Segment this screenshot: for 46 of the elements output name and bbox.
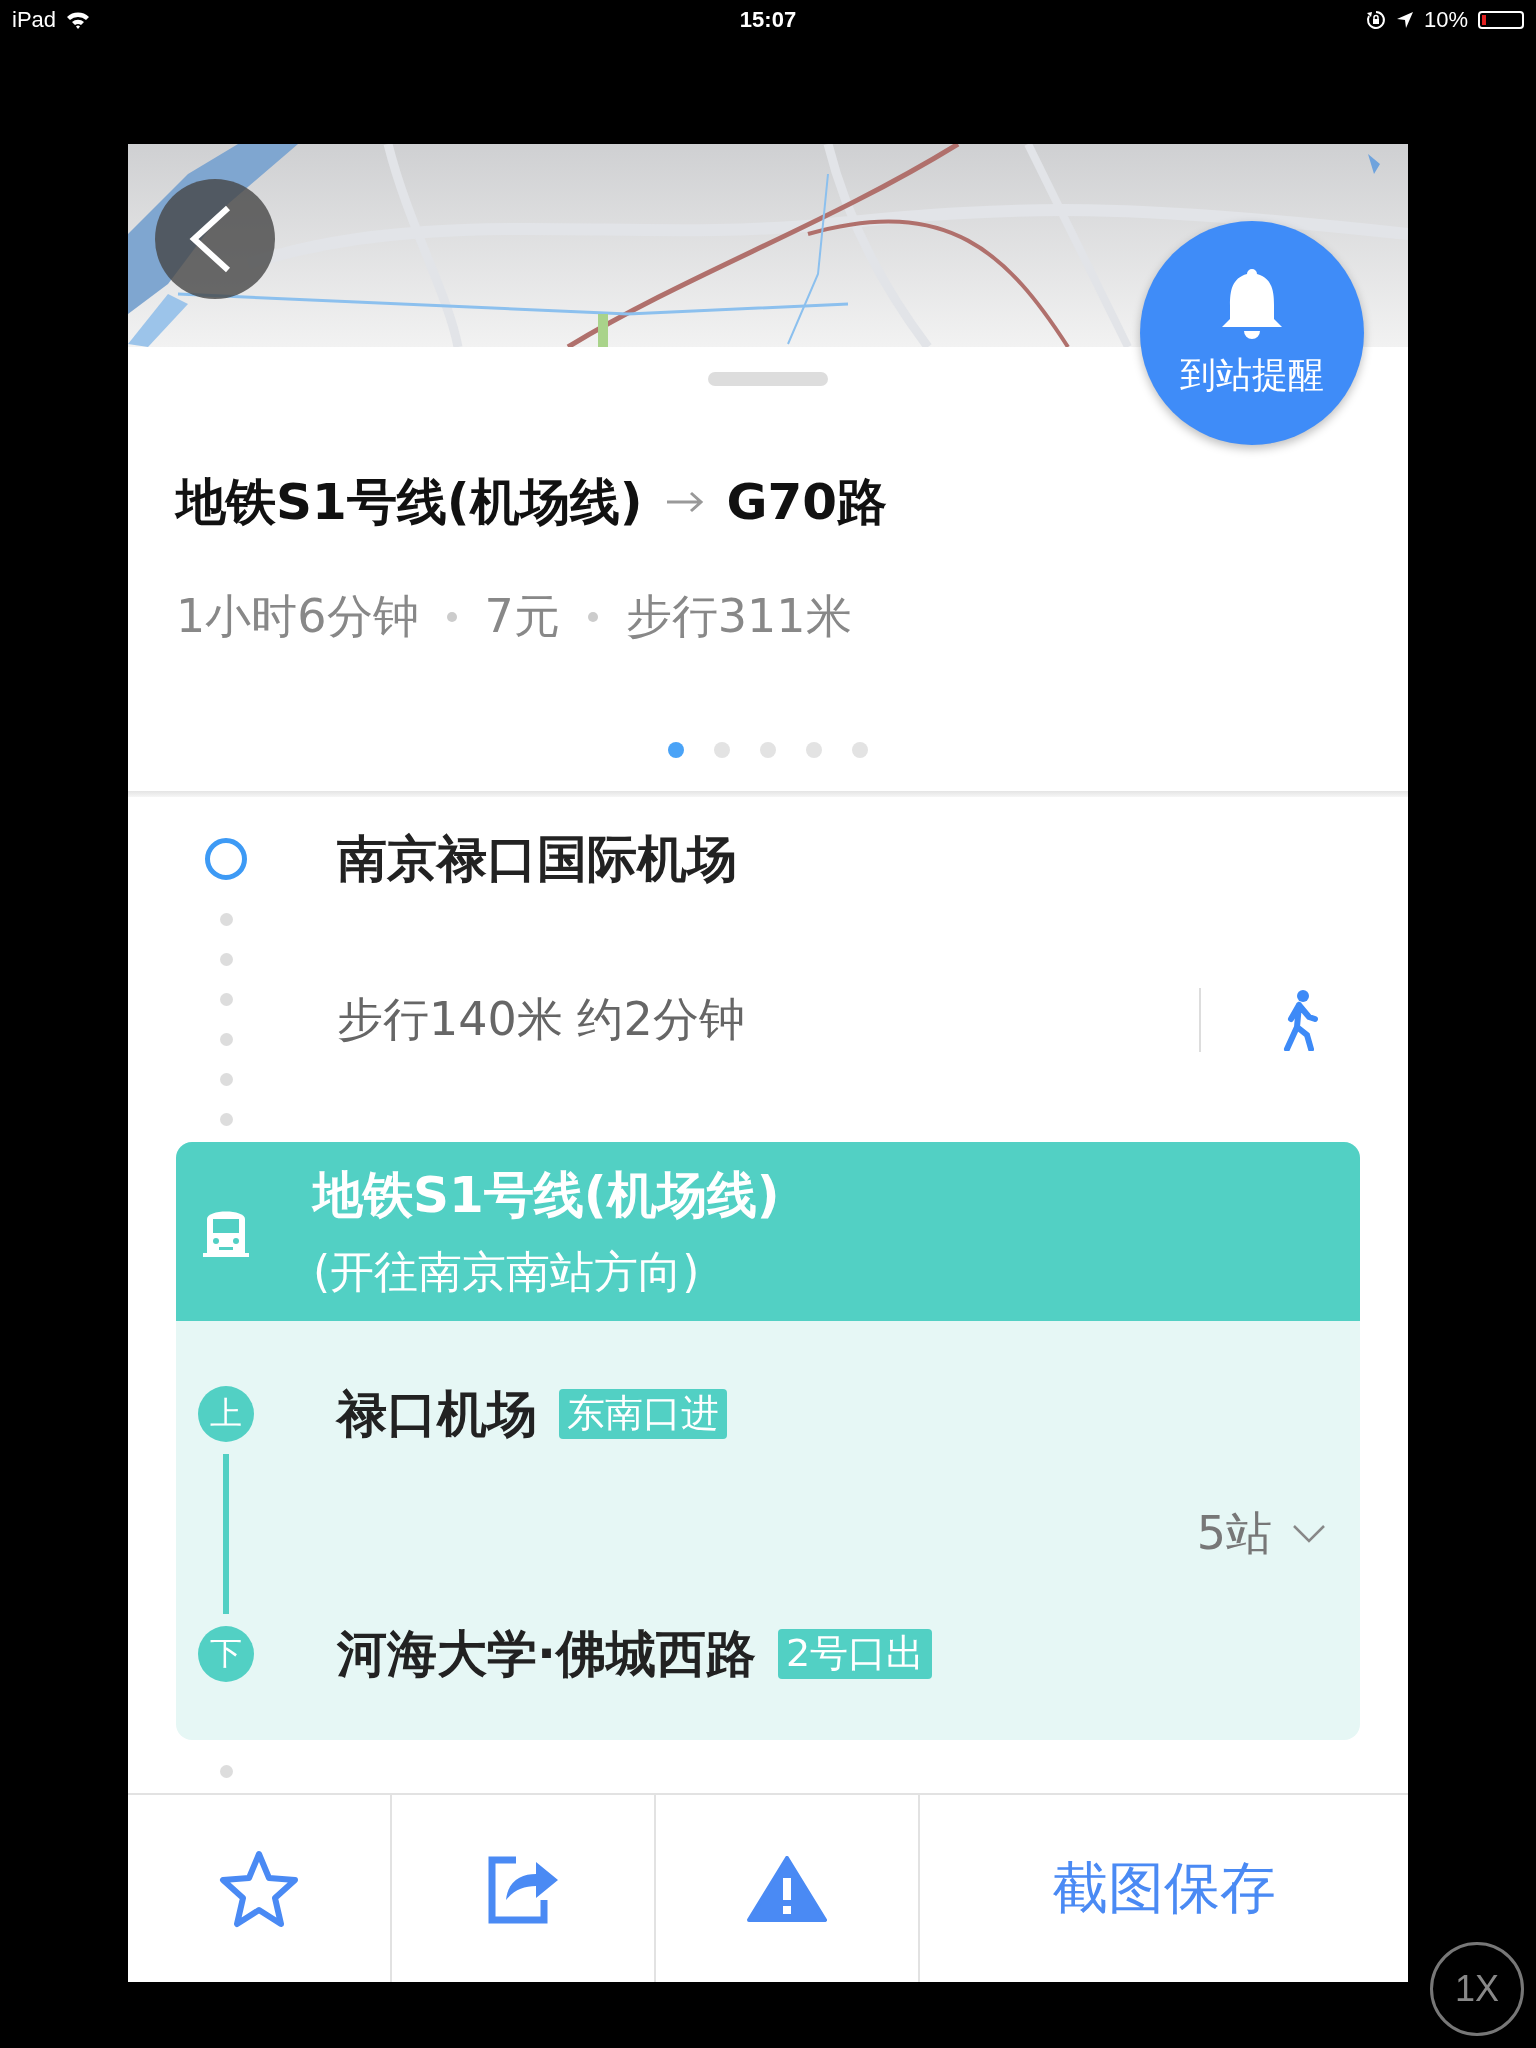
drag-handle[interactable]: [708, 372, 828, 386]
path-dot: [219, 913, 233, 926]
warning-icon: [747, 1855, 827, 1922]
path-dot: [219, 1073, 233, 1086]
chevron-down-icon[interactable]: [1292, 1524, 1326, 1544]
path-dot: [219, 1033, 233, 1046]
separator-dot: [587, 612, 598, 622]
separator-dot: [446, 612, 457, 622]
path-dot: [219, 1113, 233, 1126]
device-name: iPad: [12, 7, 57, 33]
page-dot[interactable]: [668, 742, 684, 758]
station-name: 禄口机场: [337, 1383, 537, 1445]
origin-marker: [205, 838, 247, 880]
stops-toggle[interactable]: 5站: [1196, 1503, 1272, 1565]
line-name: 地铁S1号线(机场线): [313, 1164, 780, 1226]
walking-person-icon[interactable]: [1281, 988, 1321, 1051]
page-dot[interactable]: [760, 742, 776, 758]
exit-tag: 2号口出: [778, 1629, 933, 1679]
rotation-lock-icon: [1365, 10, 1386, 30]
location-arrow-icon: [1395, 11, 1414, 29]
battery-percent: 10%: [1423, 7, 1468, 33]
battery-icon: [1478, 11, 1524, 29]
page-dot[interactable]: [714, 742, 730, 758]
page-dot[interactable]: [806, 742, 822, 758]
route-summary: 1小时6分钟: [176, 588, 419, 645]
route-summary: 7元: [484, 588, 560, 645]
walk-info: 步行140米 约2分钟: [337, 990, 746, 1048]
page-dot[interactable]: [852, 742, 868, 758]
origin-name: 南京禄口国际机场: [337, 828, 737, 890]
route-summary: 步行311米: [625, 588, 852, 645]
arrow-icon: [664, 490, 705, 514]
clock-time: 15:07: [739, 7, 797, 33]
path-dot: [219, 993, 233, 1006]
path-dot: [219, 1765, 233, 1778]
star-icon: [219, 1849, 299, 1928]
path-dot: [219, 953, 233, 966]
station-name: 河海大学·佛城西路: [337, 1623, 756, 1685]
zoom-button[interactable]: 1X: [1430, 1942, 1524, 2036]
route-title: G70路: [726, 471, 888, 533]
bell-icon: [1220, 266, 1284, 339]
board-marker: 上: [198, 1386, 254, 1442]
wifi-icon: [66, 11, 91, 29]
alight-marker: 下: [198, 1626, 254, 1682]
line-direction: (开往南京南站方向): [313, 1244, 701, 1299]
exit-tag: 东南口进: [559, 1389, 727, 1439]
route-title: 地铁S1号线(机场线): [176, 471, 643, 533]
